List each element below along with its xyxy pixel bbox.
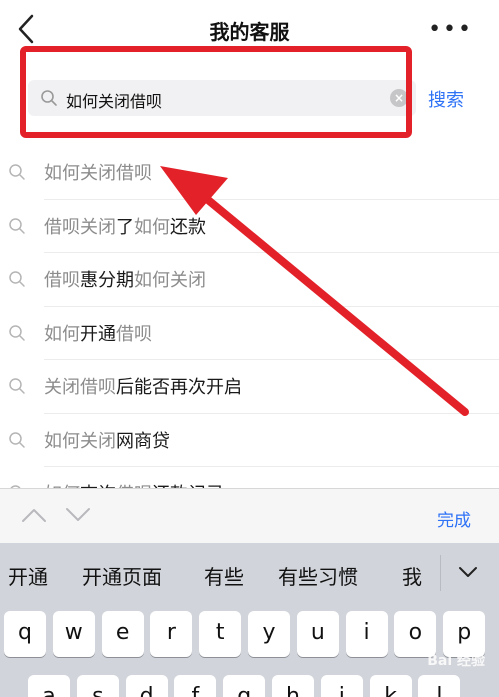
key-a[interactable]: a (28, 675, 70, 697)
suggestion-item[interactable]: 如何开通借呗 (9, 307, 499, 360)
expand-chevron-icon[interactable] (456, 563, 480, 581)
key-h[interactable]: h (272, 675, 314, 697)
search-icon (9, 164, 25, 180)
search-icon (9, 271, 25, 287)
key-y[interactable]: y (248, 611, 290, 657)
suggestion-list: 如何关闭借呗 借呗关闭了如何还款 借呗惠分期如何关闭 如何开通借呗 关闭借呗后能否再次开… (0, 146, 499, 521)
suggestion-text-part: 如何 (134, 216, 170, 238)
keyboard-keys: qwertyuiopasdfghjkl (0, 603, 499, 697)
suggestion-text-part: 借呗 (116, 323, 152, 345)
suggestion-text-part: 惠分期 (80, 270, 134, 291)
key-e[interactable]: e (101, 611, 144, 657)
chevron-up-icon[interactable] (20, 505, 48, 525)
key-s[interactable]: s (76, 675, 119, 697)
search-icon (9, 324, 25, 341)
suggestion-text: 借呗惠分期如何关闭 (44, 266, 206, 292)
suggestion-item[interactable]: 借呗惠分期如何关闭 (9, 253, 499, 307)
key-t[interactable]: t (199, 611, 242, 657)
page-title: 我的客服 (209, 20, 290, 44)
suggestion-text: 如何关闭借呗 (44, 159, 152, 185)
suggestion-text-part: 借呗关闭 (44, 216, 116, 238)
suggestion-item[interactable]: 如何关闭网商贷 (9, 414, 499, 467)
key-d[interactable]: d (125, 675, 168, 697)
suggestion-text: 如何开通借呗 (44, 320, 152, 346)
key-l[interactable]: l (418, 675, 461, 697)
suggestion-text-part: 借呗 (44, 270, 80, 291)
search-icon (9, 431, 25, 448)
key-w[interactable]: w (52, 611, 95, 657)
watermark: Bai 经验 (427, 653, 485, 669)
suggestion-text-part: 还款 (170, 216, 206, 238)
key-j[interactable]: j (320, 675, 363, 697)
suggestion-text: 如何关闭网商贷 (44, 427, 170, 453)
suggestion-item[interactable]: 关闭借呗后能否再次开启 (9, 360, 499, 414)
search-icon (9, 378, 25, 394)
candidate-word[interactable]: 我 (402, 561, 422, 590)
keyboard-toolbar: 完成 (0, 488, 499, 543)
suggestion-text-part: 如何关闭 (44, 430, 116, 452)
key-q[interactable]: q (4, 611, 46, 657)
search-button[interactable]: 搜索 (428, 86, 464, 112)
suggestion-text-part: 如何关闭 (134, 270, 206, 291)
candidate-word[interactable]: 开通 (8, 561, 48, 590)
suggestion-text: 关闭借呗后能否再次开启 (44, 373, 242, 399)
candidate-word[interactable]: 开通页面 (82, 561, 162, 590)
key-r[interactable]: r (150, 611, 193, 657)
suggestion-text-part: 后能否再次开启 (116, 377, 242, 398)
candidate-word[interactable]: 有些 (204, 561, 244, 590)
annotation-highlight-box (20, 46, 412, 138)
suggestion-text: 借呗关闭了如何还款 (44, 213, 206, 239)
key-g[interactable]: g (223, 675, 266, 697)
suggestion-text-part: 开通 (80, 323, 116, 345)
more-options-icon[interactable]: ••• (428, 19, 473, 41)
suggestion-text-part: 了 (116, 216, 134, 238)
key-i[interactable]: i (345, 611, 388, 657)
suggestion-text-part: 如何 (44, 323, 80, 345)
suggestion-item[interactable]: 如何关闭借呗 (9, 146, 499, 200)
suggestion-text-part: 关闭借呗 (44, 377, 116, 398)
suggestion-item[interactable]: 借呗关闭了如何还款 (9, 200, 499, 253)
key-f[interactable]: f (174, 675, 217, 697)
search-icon (9, 217, 25, 234)
candidate-divider (440, 555, 441, 591)
chevron-down-icon[interactable] (64, 505, 92, 525)
suggestion-text-part: 如何关闭借呗 (44, 163, 152, 184)
done-button[interactable]: 完成 (437, 506, 471, 531)
key-k[interactable]: k (369, 675, 412, 697)
suggestion-text-part: 网商贷 (116, 430, 170, 452)
key-u[interactable]: u (296, 611, 339, 657)
candidate-bar: 开通 开通页面 有些 有些习惯 我 (0, 543, 499, 603)
candidate-word[interactable]: 有些习惯 (278, 561, 358, 590)
